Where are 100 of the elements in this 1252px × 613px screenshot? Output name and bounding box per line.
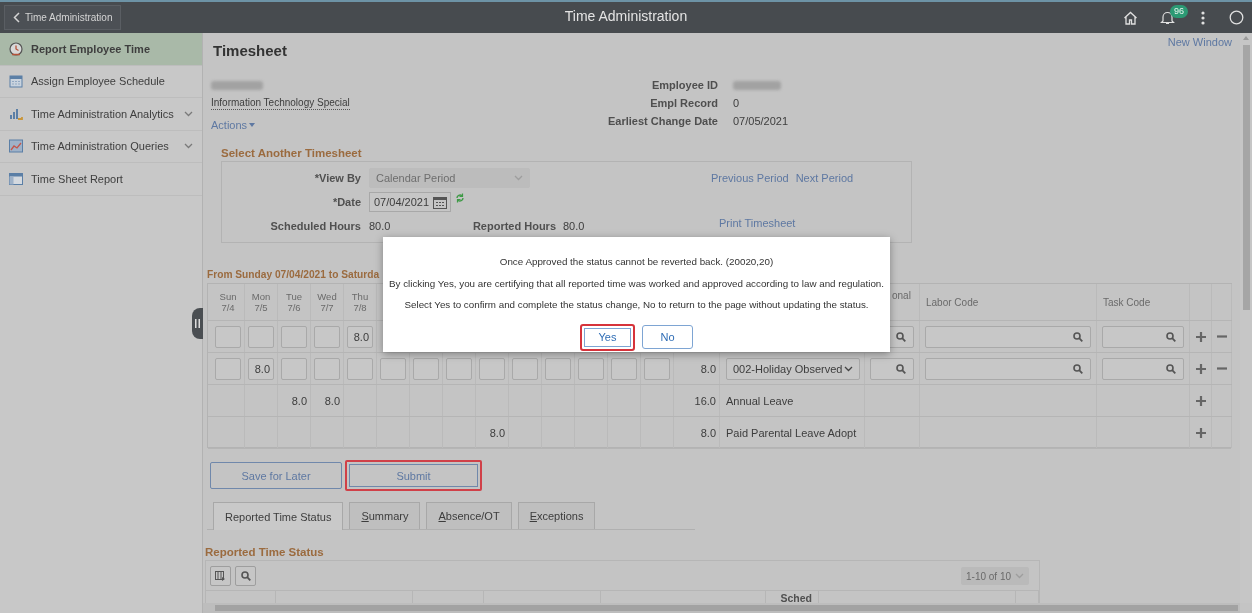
hours-field[interactable]: 8.0 bbox=[248, 357, 274, 380]
hours-field[interactable] bbox=[611, 357, 637, 380]
search-icon bbox=[1073, 331, 1083, 342]
sidebar-item[interactable]: Time Sheet Report bbox=[0, 163, 202, 196]
tab[interactable]: Reported Time Status bbox=[213, 502, 344, 530]
view-by-dropdown: Calendar Period bbox=[369, 168, 530, 188]
hours-field[interactable] bbox=[578, 357, 604, 380]
chevron-down-icon bbox=[514, 175, 523, 181]
dialog-message: Once Approved the status cannot be reverted back. (20020,20) bbox=[499, 255, 774, 269]
chevron-down-icon bbox=[184, 110, 193, 117]
delete-row-button[interactable] bbox=[1216, 335, 1227, 338]
hours-field[interactable] bbox=[314, 325, 340, 348]
notifications-button[interactable] bbox=[1160, 10, 1175, 25]
search-button[interactable] bbox=[235, 566, 256, 586]
field-label: Earliest Change Date bbox=[606, 115, 718, 127]
delete-row-button[interactable] bbox=[1216, 367, 1227, 370]
minus-icon bbox=[1216, 367, 1227, 370]
add-row-button[interactable] bbox=[1195, 395, 1206, 406]
more-options-button[interactable] bbox=[1201, 10, 1205, 25]
home-button[interactable] bbox=[1123, 10, 1138, 25]
lookup-field[interactable] bbox=[1102, 325, 1184, 348]
trc-cell: Annual Leave bbox=[726, 394, 794, 407]
calendar-icon bbox=[9, 74, 23, 89]
period-heading: From Sunday 07/04/2021 to Saturda bbox=[207, 268, 380, 282]
hours-field[interactable] bbox=[413, 357, 439, 380]
hours-field[interactable] bbox=[281, 357, 307, 380]
lookup-field[interactable] bbox=[925, 325, 1091, 348]
refresh-icon[interactable] bbox=[455, 193, 465, 203]
field-value: 80.0 bbox=[369, 220, 392, 232]
hours-cell: 8.0 bbox=[291, 394, 307, 407]
search-icon bbox=[896, 331, 906, 342]
tab[interactable]: Absence/OT bbox=[426, 502, 512, 529]
add-row-button[interactable] bbox=[1195, 331, 1206, 342]
plus-icon bbox=[1195, 363, 1206, 374]
job-title-link[interactable]: Information Technology Special bbox=[211, 96, 350, 110]
add-row-button[interactable] bbox=[1195, 427, 1206, 438]
hours-field[interactable] bbox=[215, 325, 241, 348]
hours-field[interactable] bbox=[479, 357, 505, 380]
search-icon bbox=[896, 363, 906, 374]
add-row-button[interactable] bbox=[1195, 363, 1206, 374]
calendar-icon[interactable] bbox=[433, 195, 447, 209]
sidebar-item[interactable]: Report Employee Time bbox=[0, 33, 202, 66]
sidebar-item[interactable]: Assign Employee Schedule bbox=[0, 65, 202, 98]
chevron-down-icon bbox=[1015, 573, 1024, 579]
total-hours-cell: 8.0 bbox=[700, 362, 716, 375]
lookup-field[interactable] bbox=[1102, 357, 1184, 380]
columns-icon bbox=[215, 571, 226, 581]
total-hours-cell: 16.0 bbox=[694, 394, 716, 407]
field-value: 0 bbox=[733, 97, 741, 109]
collapse-handle[interactable] bbox=[192, 308, 203, 339]
search-icon bbox=[1166, 363, 1176, 374]
minus-icon bbox=[1216, 335, 1227, 338]
back-chevron-icon bbox=[13, 12, 20, 23]
column-header: Labor Code bbox=[926, 296, 979, 308]
horizontal-scrollbar[interactable] bbox=[203, 603, 1240, 613]
scroll-up-arrow-icon[interactable] bbox=[1243, 36, 1249, 40]
hours-cell: 8.0 bbox=[324, 394, 340, 407]
hours-field[interactable] bbox=[446, 357, 472, 380]
chevron-down-icon bbox=[844, 365, 853, 372]
tab[interactable]: Summary bbox=[349, 502, 421, 529]
date-field[interactable]: 07/04/2021 bbox=[369, 192, 451, 212]
trc-dropdown[interactable]: 002-Holiday Observed bbox=[726, 357, 860, 380]
field-label: Empl Record bbox=[649, 97, 718, 109]
hours-field[interactable] bbox=[347, 357, 373, 380]
lookup-field[interactable] bbox=[870, 357, 914, 380]
sidebar-item[interactable]: Time Administration Analytics bbox=[0, 98, 202, 131]
hours-cell: 8.0 bbox=[489, 426, 505, 439]
lookup-field[interactable] bbox=[925, 357, 1091, 380]
hours-field[interactable] bbox=[314, 357, 340, 380]
hours-field[interactable] bbox=[545, 357, 571, 380]
hours-field[interactable] bbox=[215, 357, 241, 380]
field-value: 07/05/2021 bbox=[733, 115, 789, 127]
cancel-button[interactable]: No bbox=[642, 324, 693, 349]
column-header: Tue 7/6 bbox=[286, 291, 302, 313]
field-value: 80.0 bbox=[563, 220, 585, 232]
hours-field[interactable] bbox=[248, 325, 274, 348]
column-header: onal bbox=[892, 290, 911, 301]
section-heading: Reported Time Status bbox=[205, 545, 324, 560]
hours-field[interactable] bbox=[512, 357, 538, 380]
dialog-message: Select Yes to confirm and complete the status change, No to return to the page without updating the status. bbox=[404, 298, 869, 312]
tab[interactable]: Exceptions bbox=[517, 502, 596, 529]
caret-icon bbox=[249, 123, 256, 127]
hours-field[interactable] bbox=[644, 357, 670, 380]
field-label: *View By bbox=[313, 172, 361, 184]
column-header: Sched bbox=[780, 592, 812, 603]
hours-field[interactable] bbox=[281, 325, 307, 348]
field-label: Scheduled Hours bbox=[269, 220, 361, 232]
hours-field[interactable] bbox=[380, 357, 406, 380]
table-icon bbox=[9, 171, 23, 186]
plus-icon bbox=[1195, 331, 1206, 342]
sidebar-item[interactable]: Time Administration Queries bbox=[0, 130, 202, 163]
back-button[interactable]: Time Administration bbox=[4, 5, 122, 30]
plus-icon bbox=[1195, 427, 1206, 438]
hours-field[interactable]: 8.0 bbox=[347, 325, 373, 348]
dialog-message: By clicking Yes, you are certifying that all reported time was worked and approved according to law and regulation. bbox=[389, 276, 884, 290]
kebab-menu-icon bbox=[1201, 10, 1205, 25]
personalize-button[interactable] bbox=[210, 566, 231, 586]
confirm-button[interactable]: Yes bbox=[580, 323, 635, 351]
notification-badge: 96 bbox=[1170, 5, 1188, 18]
trc-cell: Paid Parental Leave Adopt bbox=[726, 426, 857, 439]
